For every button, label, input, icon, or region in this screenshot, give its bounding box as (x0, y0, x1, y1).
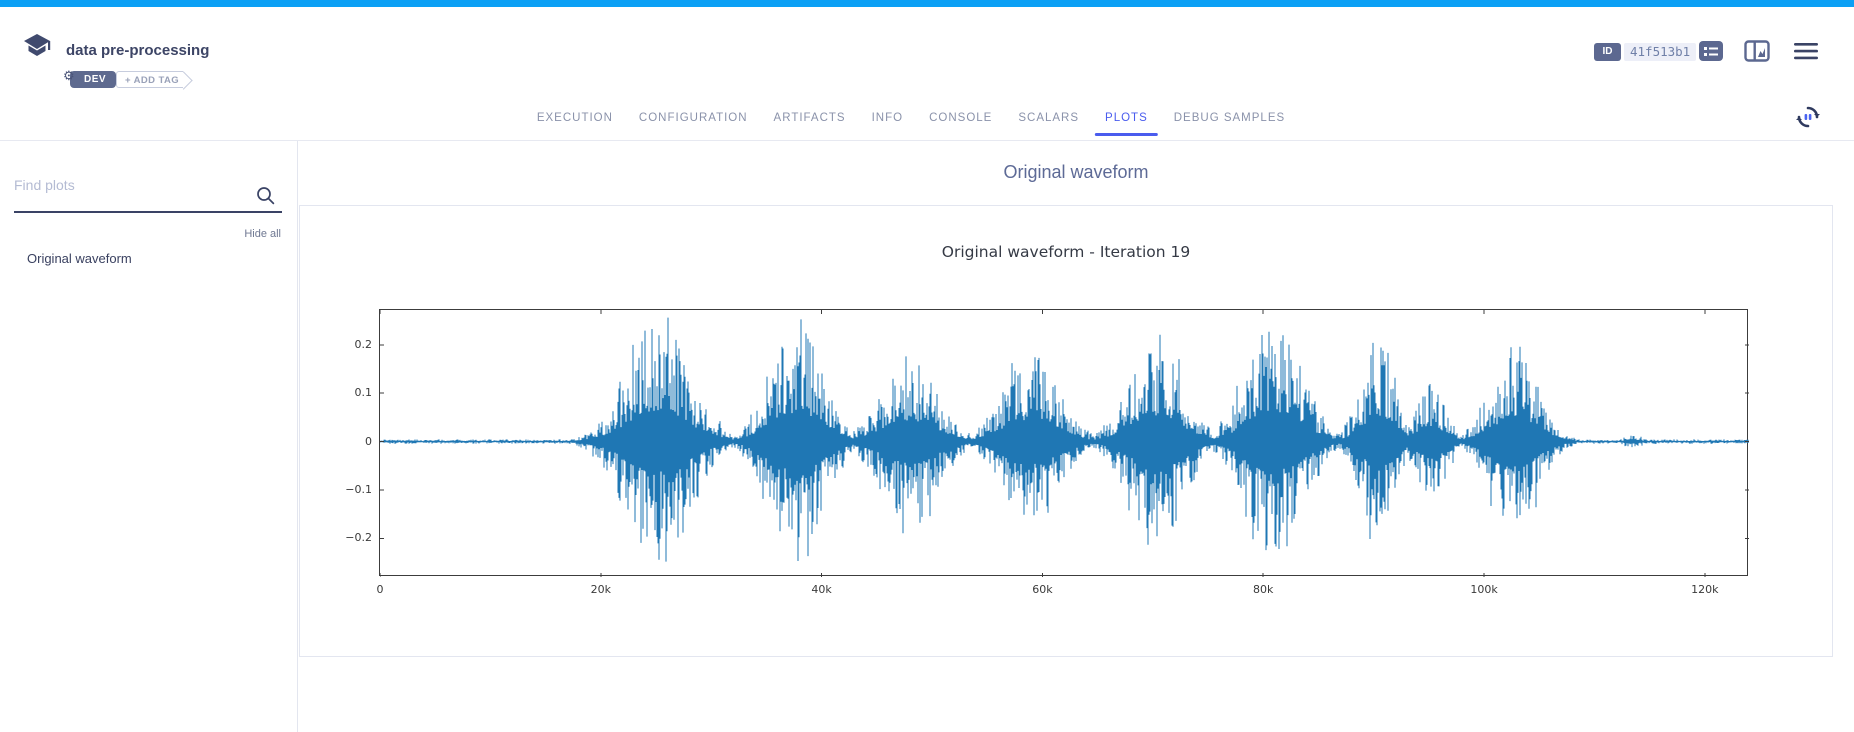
search-underline (14, 211, 282, 213)
tab-scalars[interactable]: SCALARS (1008, 99, 1089, 140)
tab-console[interactable]: CONSOLE (919, 99, 1002, 140)
plots-content: Original waveform Original waveform - It… (298, 141, 1854, 732)
tab-info[interactable]: INFO (862, 99, 913, 140)
plots-sidebar: Hide all Original waveform (0, 141, 298, 732)
x-tick-label: 0 (358, 583, 402, 596)
y-tick-label: −0.2 (328, 531, 372, 544)
y-tick-label: 0.2 (328, 338, 372, 351)
x-tick-label: 80k (1241, 583, 1285, 596)
experiment-type-icon (22, 32, 52, 67)
tab-plots[interactable]: PLOTS (1095, 99, 1158, 140)
split-view-chart-icon[interactable] (1744, 40, 1770, 67)
tab-execution[interactable]: EXECUTION (527, 99, 623, 140)
system-tag-gear-icon: ⚙ (63, 68, 75, 84)
x-tick-label: 120k (1683, 583, 1727, 596)
x-tick-label: 40k (800, 583, 844, 596)
plot-card: Original waveform - Iteration 19 020k40k… (299, 205, 1833, 657)
plot-group-title: Original waveform (298, 162, 1854, 183)
y-tick-label: 0 (328, 435, 372, 448)
details-view-icon[interactable] (1698, 40, 1724, 67)
search-input[interactable] (14, 177, 250, 193)
sidebar-item-original-waveform[interactable]: Original waveform (27, 251, 132, 266)
add-tag-button[interactable]: + ADD TAG (116, 71, 183, 88)
page: COMPLETED data pre-processing ⚙ DEV + AD… (0, 0, 1854, 732)
auto-refresh-pause-icon[interactable] (1795, 104, 1821, 130)
tab-bar: EXECUTION CONFIGURATION ARTIFACTS INFO C… (527, 99, 1295, 140)
tag-dev: DEV (70, 71, 116, 88)
experiment-id-value[interactable]: 41f513b1 (1624, 43, 1696, 61)
waveform-plot-canvas[interactable]: 020k40k60k80k100k120k0.20.10−0.1−0.2 (379, 309, 1748, 576)
waveform-series (380, 310, 1749, 577)
figure-title: Original waveform - Iteration 19 (300, 243, 1832, 261)
tab-artifacts[interactable]: ARTIFACTS (764, 99, 856, 140)
y-tick-label: 0.1 (328, 386, 372, 399)
header: data pre-processing ⚙ DEV + ADD TAG ID 4… (0, 7, 1854, 141)
x-tick-label: 20k (579, 583, 623, 596)
tab-debug-samples[interactable]: DEBUG SAMPLES (1164, 99, 1295, 140)
y-tick-label: −0.1 (328, 483, 372, 496)
experiment-title: data pre-processing (66, 42, 209, 59)
id-badge: ID (1594, 43, 1621, 61)
tab-configuration[interactable]: CONFIGURATION (629, 99, 758, 140)
x-tick-label: 100k (1462, 583, 1506, 596)
search-icon[interactable] (256, 186, 275, 210)
x-tick-label: 60k (1020, 583, 1064, 596)
hide-all-button[interactable]: Hide all (244, 228, 281, 240)
menu-icon[interactable] (1794, 43, 1818, 65)
